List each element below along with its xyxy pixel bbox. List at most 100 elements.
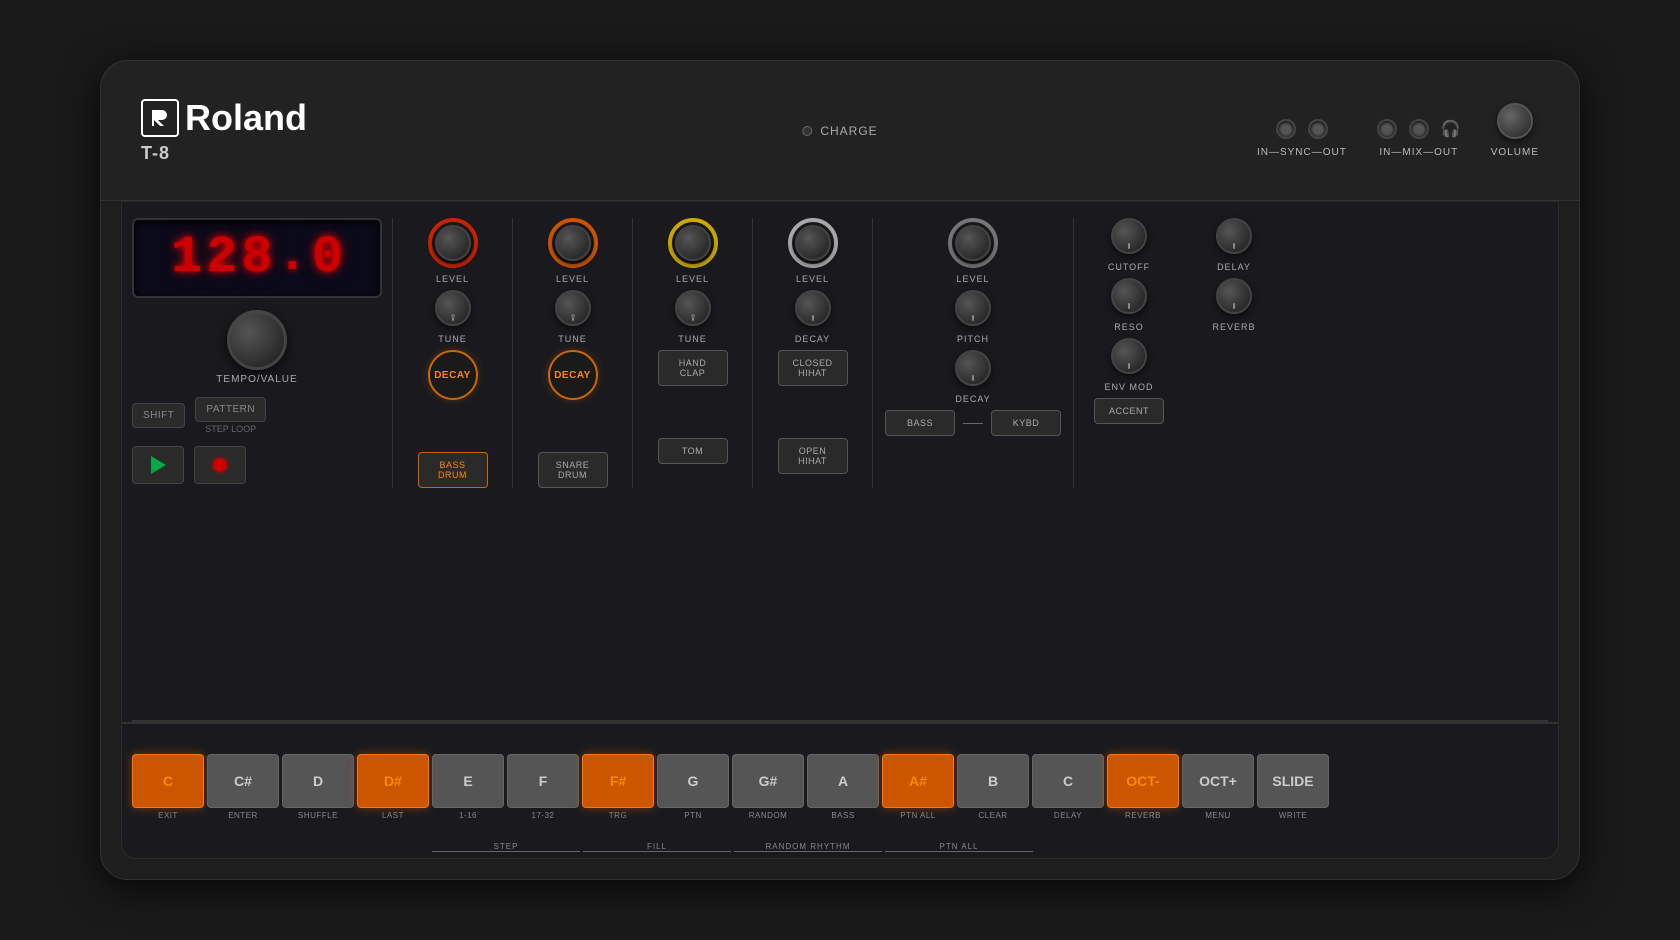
key-a-note: A	[838, 773, 848, 789]
key-g-note: G	[688, 773, 699, 789]
bd-name-button[interactable]: BASSDRUM	[418, 452, 488, 488]
tom-channel: LEVEL TUNE HANDCLAP TOM	[633, 218, 753, 488]
play-button[interactable]	[132, 446, 184, 484]
key-gsharp-label: RANDOM	[749, 811, 788, 820]
key-c2-note: C	[1063, 773, 1073, 789]
tempo-label: TEMPO/VALUE	[216, 374, 297, 385]
tom-tune-dot	[691, 314, 695, 318]
key-dsharp-pad[interactable]: D#	[357, 754, 429, 808]
step-bracket-line	[432, 851, 580, 852]
hh-level-label: LEVEL	[796, 274, 829, 284]
sync-out-jack[interactable]	[1308, 119, 1328, 139]
random-label: RANDOM RHYTHM	[766, 842, 851, 851]
sd-name-button[interactable]: SNAREDRUM	[538, 452, 608, 488]
key-fsharp-pad[interactable]: F#	[582, 754, 654, 808]
key-c2-pad[interactable]: C	[1032, 754, 1104, 808]
volume-knob[interactable]	[1497, 103, 1533, 139]
mix-in-jack[interactable]	[1377, 119, 1397, 139]
main-panel: 1 2 8 . 0 TEMPO/VALUE SHIFT PATTERN S	[121, 201, 1559, 859]
cutoff-knob[interactable]	[1111, 218, 1147, 254]
key-f: F 17-32	[507, 754, 579, 820]
step-label: STEP	[494, 842, 519, 851]
tom-tune-knob[interactable]	[675, 290, 711, 326]
fill-bracket: FILL	[583, 842, 731, 852]
charge-led	[802, 126, 812, 136]
key-dsharp: D# LAST	[357, 754, 429, 820]
bass-decay-knob[interactable]	[955, 350, 991, 386]
tom-name-button[interactable]: TOM	[658, 438, 728, 464]
accent-button[interactable]: ACCENT	[1094, 398, 1164, 424]
key-a: A BASS	[807, 754, 879, 820]
bd-tune-knob[interactable]	[435, 290, 471, 326]
tempo-knob-row: TEMPO/VALUE	[132, 310, 382, 385]
sd-decay-button[interactable]: DECAY	[548, 350, 598, 400]
sd-level-label: LEVEL	[556, 274, 589, 284]
delay-knob[interactable]	[1216, 218, 1252, 254]
ptn-label: PTN ALL	[939, 842, 978, 851]
mix-jacks: 🎧	[1377, 119, 1461, 139]
hh-decay-knob[interactable]	[795, 290, 831, 326]
channel-strips: LEVEL TUNE DECAY BASSDRUM	[392, 218, 1548, 488]
random-bracket: RANDOM RHYTHM	[734, 842, 882, 852]
key-fsharp-label: TRG	[609, 811, 627, 820]
key-d-pad[interactable]: D	[282, 754, 354, 808]
open-hihat-button[interactable]: OPENHIHAT	[778, 438, 848, 474]
bass-level-knob[interactable]	[948, 218, 998, 268]
shift-pattern-row: SHIFT PATTERN STEP LOOP	[132, 397, 382, 434]
key-b-pad[interactable]: B	[957, 754, 1029, 808]
key-f-pad[interactable]: F	[507, 754, 579, 808]
controls-row: 1 2 8 . 0 TEMPO/VALUE SHIFT PATTERN S	[122, 202, 1558, 720]
key-c-pad[interactable]: C	[132, 754, 204, 808]
sync-label: IN—SYNC—OUT	[1257, 147, 1347, 158]
key-a-pad[interactable]: A	[807, 754, 879, 808]
tom-level-container: LEVEL	[668, 218, 718, 284]
digit-3: 8	[241, 232, 272, 284]
key-d-note: D	[313, 773, 323, 789]
key-e-pad[interactable]: E	[432, 754, 504, 808]
key-asharp-pad[interactable]: A#	[882, 754, 954, 808]
bd-channel: LEVEL TUNE DECAY BASSDRUM	[393, 218, 513, 488]
bass-decay-label: DECAY	[955, 394, 990, 404]
bass-button[interactable]: BASS	[885, 410, 955, 436]
sd-level-knob[interactable]	[548, 218, 598, 268]
sd-tune-knob[interactable]	[555, 290, 591, 326]
reso-knob[interactable]	[1111, 278, 1147, 314]
roland-logo: Roland	[141, 97, 307, 139]
pattern-button[interactable]: PATTERN	[195, 397, 266, 422]
key-oct-minus-pad[interactable]: OCT-	[1107, 754, 1179, 808]
hh-level-knob[interactable]	[788, 218, 838, 268]
sync-in-jack[interactable]	[1276, 119, 1296, 139]
key-csharp-pad[interactable]: C#	[207, 754, 279, 808]
sd-tune-container	[555, 290, 591, 326]
bass-pitch-knob[interactable]	[955, 290, 991, 326]
display: 1 2 8 . 0	[132, 218, 382, 298]
tempo-knob[interactable]	[227, 310, 287, 370]
mix-out-jack[interactable]	[1409, 119, 1429, 139]
kybd-button[interactable]: KYBD	[991, 410, 1061, 436]
key-g-pad[interactable]: G	[657, 754, 729, 808]
keyboard-row: C EXIT C# ENTER D SHUFFLE	[122, 722, 1558, 842]
reverb-knob[interactable]	[1216, 278, 1252, 314]
record-button[interactable]	[194, 446, 246, 484]
top-panel: Roland T-8 CHARGE IN—SYNC—OUT 🎧	[101, 61, 1579, 201]
bd-level-knob[interactable]	[428, 218, 478, 268]
key-oct-plus-pad[interactable]: OCT+	[1182, 754, 1254, 808]
key-oct-plus-label: MENU	[1205, 811, 1231, 820]
bd-decay-button[interactable]: DECAY	[428, 350, 478, 400]
key-gsharp-pad[interactable]: G#	[732, 754, 804, 808]
fx-section: CUTOFF RESO ENV MOD ACCENT	[1074, 218, 1184, 488]
shift-button[interactable]: SHIFT	[132, 403, 185, 428]
handclap-button[interactable]: HANDCLAP	[658, 350, 728, 386]
env-mod-knob[interactable]	[1111, 338, 1147, 374]
left-section: 1 2 8 . 0 TEMPO/VALUE SHIFT PATTERN S	[132, 218, 392, 484]
key-e: E 1-16	[432, 754, 504, 820]
tom-level-knob[interactable]	[668, 218, 718, 268]
key-oct-minus-label: REVERB	[1125, 811, 1161, 820]
key-slide-pad[interactable]: SLIDE	[1257, 754, 1329, 808]
step-bracket: STEP	[432, 842, 580, 852]
logo-section: Roland T-8	[141, 97, 307, 164]
sd-tune-label: TUNE	[558, 334, 587, 344]
closed-hihat-button[interactable]: CLOSEDHIHAT	[778, 350, 848, 386]
bass-kybd-row: BASS KYBD	[885, 410, 1061, 436]
delay-reverb-section: DELAY REVERB	[1184, 218, 1284, 488]
